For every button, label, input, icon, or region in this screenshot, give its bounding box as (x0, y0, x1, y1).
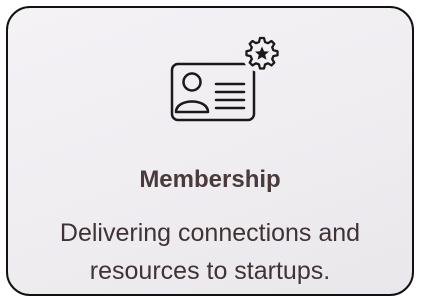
card-title: Membership (139, 166, 281, 193)
member-card-with-gear-icon (160, 32, 288, 132)
membership-card[interactable]: Membership Delivering connections and re… (6, 6, 414, 296)
card-description-line-2: resources to startups. (89, 257, 331, 285)
card-description: Delivering connections and resources to … (8, 214, 412, 290)
card-description-line-1: Delivering connections and (59, 219, 361, 247)
